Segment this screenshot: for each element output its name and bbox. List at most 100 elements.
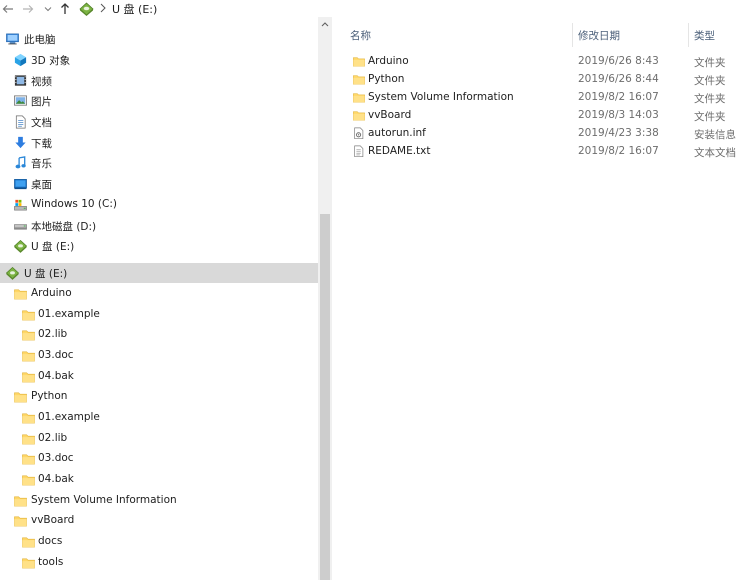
nav-item-label: System Volume Information: [31, 494, 177, 506]
folder-icon: [14, 289, 27, 300]
column-header-type[interactable]: 类型: [694, 22, 715, 48]
folder-icon: [22, 372, 35, 383]
desktop-icon: [14, 179, 27, 190]
folder-icon: [14, 516, 27, 527]
nav-item[interactable]: U 盘 (E:): [0, 236, 318, 256]
nav-item[interactable]: docs: [0, 532, 318, 552]
nav-item[interactable]: vvBoard: [0, 511, 318, 531]
nav-item[interactable]: 04.bak: [0, 367, 318, 387]
file-type: 文件夹: [694, 75, 726, 87]
arrow-up-icon: [61, 3, 69, 14]
file-name: Arduino: [368, 55, 409, 67]
nav-item-label: 下载: [31, 138, 52, 150]
nav-item-label: Python: [31, 390, 68, 402]
pictures-icon: [14, 95, 27, 106]
nav-item-label: 3D 对象: [31, 55, 71, 67]
file-name: Python: [368, 73, 405, 85]
forward-button[interactable]: [20, 0, 36, 17]
nav-item[interactable]: 01.example: [0, 305, 318, 325]
nav-item-label: 桌面: [31, 179, 52, 191]
folder-icon: [22, 310, 35, 321]
nav-item-label: tools: [38, 556, 64, 568]
column-header-date[interactable]: 修改日期: [578, 22, 620, 48]
nav-item-label: 图片: [31, 96, 52, 108]
documents-icon: [15, 115, 26, 129]
scrollbar-thumb[interactable]: [320, 214, 330, 580]
file-name: autorun.inf: [368, 127, 426, 139]
system-drive-icon: [14, 199, 27, 211]
nav-item[interactable]: 文档: [0, 112, 318, 132]
nav-item-label: 03.doc: [38, 452, 74, 464]
downloads-icon: [15, 136, 26, 149]
nav-item-label: 04.bak: [38, 473, 74, 485]
nav-item[interactable]: 04.bak: [0, 470, 318, 490]
nav-item[interactable]: 此电脑: [0, 29, 318, 49]
nav-item[interactable]: Python: [0, 387, 318, 407]
nav-item[interactable]: Arduino: [0, 284, 318, 304]
nav-item[interactable]: 下载: [0, 133, 318, 153]
chevron-right-icon: [100, 3, 106, 13]
file-row[interactable]: Python 2019/6/26 8:44 文件夹: [332, 71, 750, 89]
nav-item-label: 本地磁盘 (D:): [31, 221, 97, 233]
3d-objects-icon: [14, 53, 27, 67]
scroll-up-button[interactable]: [318, 17, 332, 31]
local-disk-icon: [14, 224, 27, 230]
column-divider[interactable]: [572, 23, 573, 47]
file-row[interactable]: System Volume Information 2019/8/2 16:07 文…: [332, 89, 750, 107]
nav-item[interactable]: 桌面: [0, 174, 318, 194]
nav-pane-scrollbar[interactable]: [318, 17, 332, 580]
file-row[interactable]: REDAME.txt 2019/8/2 16:07 文本文档: [332, 143, 750, 161]
file-row[interactable]: vvBoard 2019/8/3 14:03 文件夹: [332, 107, 750, 125]
nav-item-label: docs: [38, 535, 63, 547]
file-modified-date: 2019/8/3 14:03: [578, 109, 659, 121]
nav-item-label: 03.doc: [38, 349, 74, 361]
column-divider[interactable]: [688, 23, 689, 47]
file-row[interactable]: autorun.inf 2019/4/23 3:38 安装信息: [332, 125, 750, 143]
nav-item-label: 文档: [31, 117, 52, 129]
nav-item[interactable]: 03.doc: [0, 346, 318, 366]
nav-item[interactable]: 02.lib: [0, 429, 318, 449]
dropdown-recent-button[interactable]: [40, 0, 56, 17]
nav-item-label: 04.bak: [38, 370, 74, 382]
file-type: 安装信息: [694, 129, 736, 141]
nav-item[interactable]: 音乐: [0, 153, 318, 173]
nav-item[interactable]: 02.lib: [0, 325, 318, 345]
file-type: 文件夹: [694, 93, 726, 105]
nav-item[interactable]: System Volume Information: [0, 491, 318, 511]
nav-item-label: 音乐: [31, 158, 52, 170]
nav-item[interactable]: 本地磁盘 (D:): [0, 216, 318, 236]
nav-item-label: vvBoard: [31, 514, 75, 526]
nav-item[interactable]: U 盘 (E:): [0, 263, 318, 283]
file-row[interactable]: Arduino 2019/6/26 8:43 文件夹: [332, 53, 750, 71]
folder-icon: [22, 475, 35, 486]
folder-icon: [22, 454, 35, 465]
nav-item[interactable]: 图片: [0, 91, 318, 111]
nav-item[interactable]: 01.example: [0, 408, 318, 428]
nav-item[interactable]: 03.doc: [0, 449, 318, 469]
back-button[interactable]: [0, 0, 16, 17]
file-modified-date: 2019/8/2 16:07: [578, 145, 659, 157]
nav-item[interactable]: tools: [0, 553, 318, 573]
folder-icon: [353, 75, 365, 85]
column-header-name[interactable]: 名称: [350, 22, 371, 48]
navigation-pane: 此电脑 3D 对象视频图片文档下载音乐桌面 Windows 10 (C:) 本地磁盘 …: [0, 17, 318, 580]
file-type: 文件夹: [694, 111, 726, 123]
nav-item-label: Windows 10 (C:): [31, 198, 117, 210]
nav-item[interactable]: 3D 对象: [0, 50, 318, 70]
file-type: 文件夹: [694, 57, 726, 69]
folder-icon: [353, 111, 365, 121]
chevron-up-icon: [321, 22, 329, 27]
file-modified-date: 2019/6/26 8:43: [578, 55, 659, 67]
nav-item[interactable]: 视频: [0, 71, 318, 91]
nav-item[interactable]: Windows 10 (C:): [0, 195, 318, 215]
nav-item-label: 01.example: [38, 308, 100, 320]
computer-icon: [6, 33, 19, 45]
up-button[interactable]: [57, 0, 73, 17]
folder-icon: [353, 57, 365, 67]
videos-icon: [14, 75, 27, 86]
breadcrumb-location[interactable]: U 盘 (E:): [112, 1, 157, 17]
file-type: 文本文档: [694, 147, 736, 159]
nav-item-label: U 盘 (E:): [31, 241, 75, 253]
nav-item-label: Arduino: [31, 287, 72, 299]
nav-item-label: U 盘 (E:): [24, 268, 68, 280]
